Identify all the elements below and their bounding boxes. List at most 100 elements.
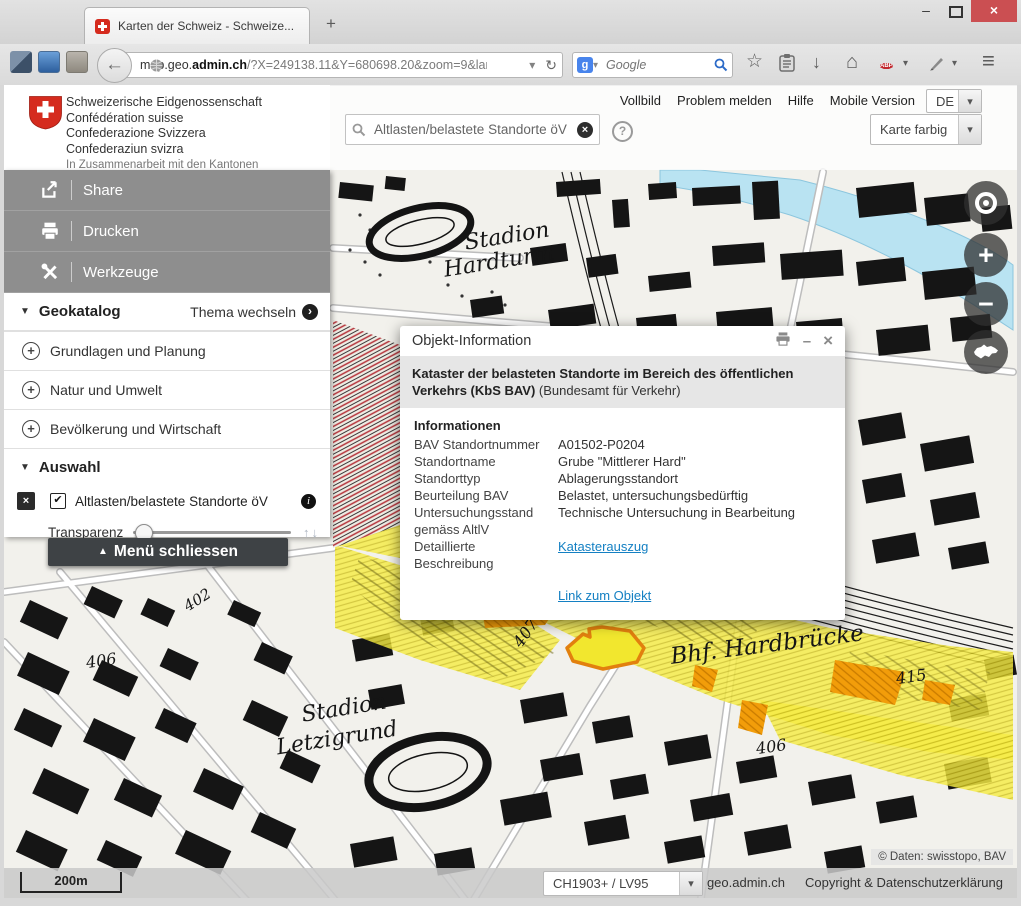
row-label: Standortname — [414, 453, 558, 470]
geolocate-button[interactable] — [964, 181, 1008, 225]
downloads-icon[interactable]: ↓ — [812, 52, 821, 73]
url-prefix: map.geo. — [140, 58, 192, 72]
link-vollbild[interactable]: Vollbild — [620, 93, 661, 108]
dataset-header: Kataster der belasteten Standorte im Ber… — [400, 356, 845, 408]
search-help-icon[interactable]: ? — [612, 121, 633, 142]
map-style-select[interactable]: Karte farbig ▾ — [870, 114, 982, 145]
map-attribution[interactable]: © Daten: swisstopo, BAV — [871, 849, 1013, 865]
url-dropdown-icon[interactable]: ▾ — [524, 58, 540, 72]
close-menu-label: Menü schliessen — [114, 543, 238, 560]
geokatalog-header[interactable]: ▼ Geokatalog Thema wechseln › — [4, 293, 330, 331]
site-header-right: Vollbild Problem melden Hilfe Mobile Ver… — [330, 85, 1017, 170]
category-natur-und-umwelt[interactable]: + Natur und Umwelt — [4, 370, 330, 409]
map-search-input[interactable] — [372, 121, 577, 138]
globe-icon — [150, 59, 163, 72]
auswahl-header[interactable]: ▼ Auswahl — [4, 448, 330, 486]
search-go-icon[interactable] — [714, 58, 728, 72]
move-down-icon[interactable]: ↓ — [312, 525, 321, 540]
url-bar[interactable]: map.geo.admin.ch/?X=249138.11&Y=680698.2… — [113, 52, 563, 78]
remove-layer-button[interactable]: × — [17, 492, 35, 510]
sidebar: Share Drucken Werkzeuge ▼ Geokatalog The… — [4, 170, 330, 537]
link-hilfe[interactable]: Hilfe — [788, 93, 814, 108]
change-theme-label: Thema wechseln — [190, 304, 296, 320]
sidebar-item-print[interactable]: Drucken — [4, 211, 330, 252]
swiss-coat-of-arms-icon — [28, 95, 63, 131]
back-button[interactable]: ← — [97, 48, 132, 83]
bookmarks-clipboard-icon[interactable] — [778, 53, 796, 78]
layer-row: × ✔ Altlasten/belastete Standorte öV i — [4, 486, 330, 516]
menu-hamburger-icon[interactable]: ≡ — [982, 48, 995, 74]
sidebar-item-share[interactable]: Share — [4, 170, 330, 211]
layer-info-icon[interactable]: i — [301, 494, 316, 509]
language-select[interactable]: DE ▾ — [926, 89, 982, 113]
home-icon[interactable]: ⌂ — [846, 51, 858, 74]
window-frame-left — [0, 85, 4, 906]
adblock-dropdown-icon[interactable]: ▾ — [903, 58, 908, 69]
addon-briefcase-icon[interactable] — [66, 51, 88, 73]
search-icon — [352, 123, 366, 137]
row-label: Untersuchungsstand gemäss AltlV — [414, 504, 558, 538]
popup-title: Objekt-Information — [412, 333, 763, 349]
dataset-source: (Bundesamt für Verkehr) — [539, 383, 681, 398]
browser-tab[interactable]: Karten der Schweiz - Schweize... — [84, 7, 310, 44]
swiss-flag-favicon-icon — [95, 19, 110, 34]
map-search-box[interactable]: × — [345, 114, 600, 145]
search-engine-bar[interactable]: g ▾ — [572, 52, 733, 78]
layer-checkbox[interactable]: ✔ — [50, 493, 66, 509]
category-label: Bevölkerung und Wirtschaft — [50, 421, 221, 437]
popup-minimize-icon[interactable]: – — [803, 333, 811, 350]
expand-plus-icon: + — [22, 420, 40, 438]
search-engine-input[interactable] — [604, 57, 714, 73]
addon-icon-1[interactable] — [10, 51, 32, 73]
move-up-icon[interactable]: ↑ — [303, 525, 312, 540]
geoadmin-link[interactable]: geo.admin.ch — [707, 875, 785, 890]
popup-close-icon[interactable]: × — [823, 331, 833, 351]
layer-reorder-arrows[interactable]: ↑↓ — [303, 525, 320, 540]
geolocate-icon — [975, 192, 997, 214]
link-zum-objekt-link[interactable]: Link zum Objekt — [558, 588, 651, 603]
navigation-toolbar: ← map.geo.admin.ch/?X=249138.11&Y=680698… — [0, 44, 1021, 86]
reload-icon[interactable]: ↻ — [540, 57, 562, 74]
new-tab-button[interactable]: + — [318, 12, 344, 36]
link-mobile-version[interactable]: Mobile Version — [830, 93, 915, 108]
object-information-popup: Objekt-Information – × Kataster der bela… — [400, 326, 845, 620]
transparency-slider[interactable] — [133, 531, 291, 534]
addon-icon-2[interactable] — [38, 51, 60, 73]
row-label: Standorttyp — [414, 470, 558, 487]
katasterauszug-link[interactable]: Katasterauszug — [558, 539, 648, 554]
link-problem-melden[interactable]: Problem melden — [677, 93, 772, 108]
bookmark-star-icon[interactable]: ☆ — [746, 50, 763, 73]
zoom-in-button[interactable]: + — [964, 233, 1008, 277]
adblock-plus-icon[interactable]: ABP — [880, 54, 893, 76]
footer-bar: 200m CH1903+ / LV95 ▾ geo.admin.ch Copyr… — [4, 868, 1017, 898]
sidebar-item-tools[interactable]: Werkzeuge — [4, 252, 330, 293]
window-maximize-button[interactable] — [941, 0, 971, 22]
addon-pen-icon[interactable] — [928, 54, 946, 77]
expand-plus-icon: + — [22, 381, 40, 399]
popup-titlebar[interactable]: Objekt-Information – × — [400, 326, 845, 356]
search-engine-dropdown-icon[interactable]: ▾ — [593, 60, 598, 71]
close-menu-button[interactable]: ▲Menü schliessen — [48, 538, 288, 566]
confederation-line-fr: Confédération suisse — [66, 111, 262, 127]
category-bevoelkerung-und-wirtschaft[interactable]: + Bevölkerung und Wirtschaft — [4, 409, 330, 448]
printer-icon — [40, 221, 60, 241]
map-style-caret-icon: ▾ — [958, 115, 981, 144]
copyright-link[interactable]: Copyright & Datenschutzerklärung — [805, 875, 1003, 890]
toolbar-overflow-caret-icon[interactable]: ▾ — [952, 58, 957, 69]
search-clear-icon[interactable]: × — [577, 122, 593, 138]
checkmark-icon: ✔ — [53, 494, 62, 506]
info-row: Untersuchungsstand gemäss AltlVTechnisch… — [414, 504, 831, 538]
url-domain: admin.ch — [192, 58, 247, 72]
projection-select[interactable]: CH1903+ / LV95 ▾ — [543, 871, 703, 896]
window-close-button[interactable]: × — [971, 0, 1017, 22]
info-row: StandorttypAblagerungsstandort — [414, 470, 831, 487]
zoom-out-button[interactable]: − — [964, 282, 1008, 326]
popup-print-icon[interactable] — [775, 332, 791, 350]
tab-title: Karten der Schweiz - Schweize... — [118, 19, 294, 33]
info-row: Detaillierte BeschreibungKatasterauszug — [414, 538, 831, 572]
map-elevation-402: 402 — [180, 585, 215, 616]
change-theme-button[interactable]: Thema wechseln › — [190, 304, 318, 320]
zoom-to-switzerland-button[interactable] — [964, 330, 1008, 374]
window-minimize-button[interactable]: – — [911, 0, 941, 22]
category-grundlagen-und-planung[interactable]: + Grundlagen und Planung — [4, 331, 330, 370]
